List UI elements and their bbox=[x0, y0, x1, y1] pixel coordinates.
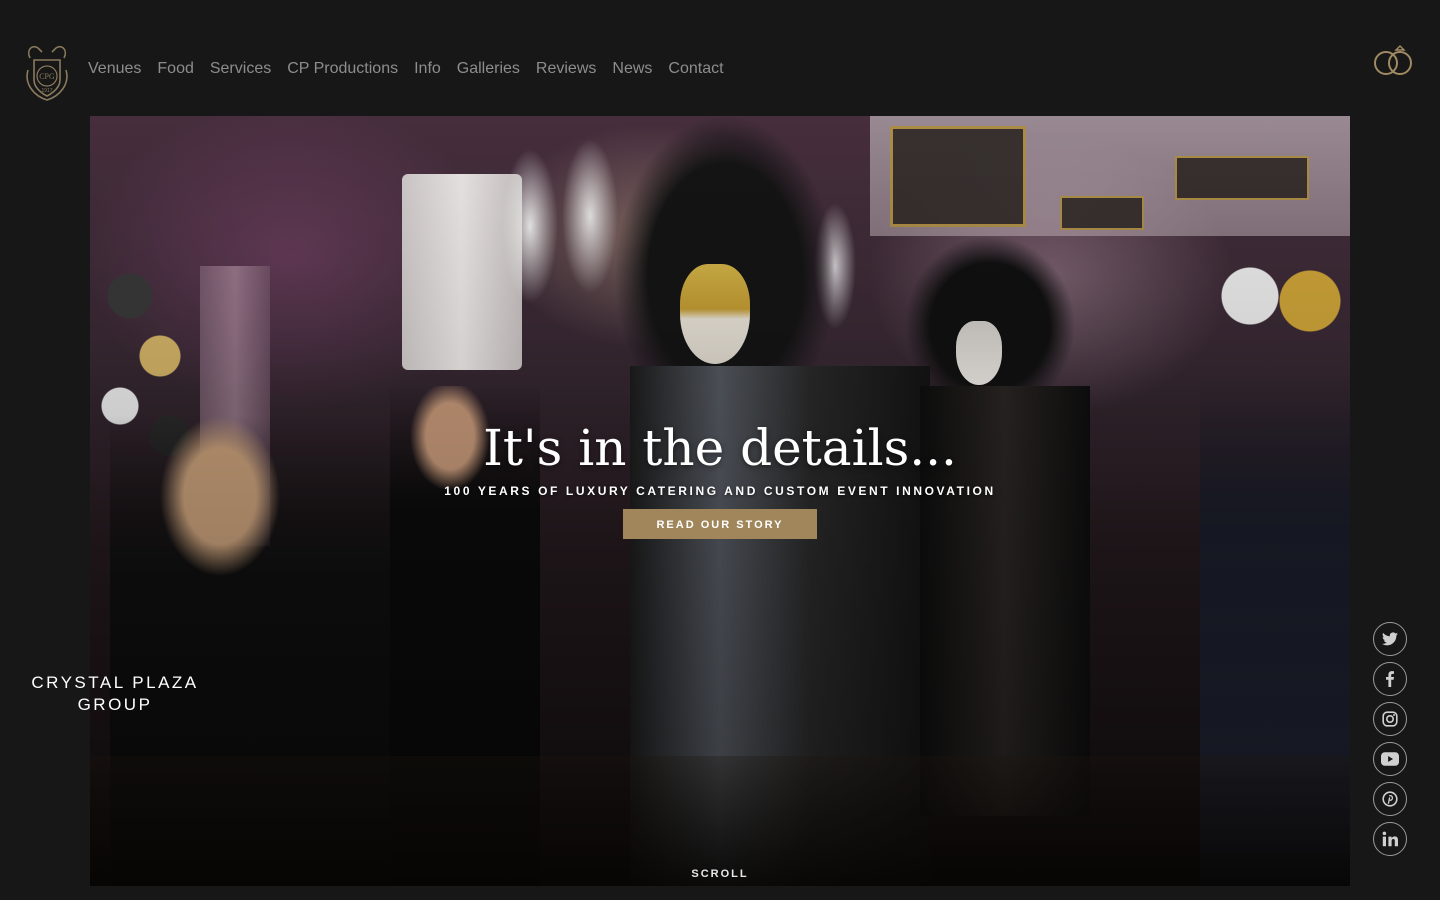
youtube-icon[interactable] bbox=[1373, 742, 1407, 776]
twitter-icon[interactable] bbox=[1373, 622, 1407, 656]
brand-wordmark[interactable]: CRYSTAL PLAZA GROUP bbox=[14, 672, 216, 716]
nav-venues[interactable]: Venues bbox=[88, 58, 141, 80]
nav-food[interactable]: Food bbox=[157, 58, 193, 80]
brand-line-2: GROUP bbox=[77, 695, 153, 714]
scroll-indicator[interactable]: SCROLL bbox=[0, 868, 1440, 880]
pinterest-icon[interactable] bbox=[1373, 782, 1407, 816]
main-nav: Venues Food Services CP Productions Info… bbox=[88, 58, 740, 80]
nav-galleries[interactable]: Galleries bbox=[457, 58, 520, 80]
nav-news[interactable]: News bbox=[612, 58, 652, 80]
facebook-icon[interactable] bbox=[1373, 662, 1407, 696]
logo-text: CPG bbox=[39, 72, 55, 81]
nav-info[interactable]: Info bbox=[414, 58, 441, 80]
nav-services[interactable]: Services bbox=[210, 58, 271, 80]
hero-title: It's in the details... bbox=[483, 419, 957, 477]
nav-reviews[interactable]: Reviews bbox=[536, 58, 596, 80]
linkedin-icon[interactable] bbox=[1373, 822, 1407, 856]
page: CPG 1917 Venues Food Services CP Product… bbox=[0, 0, 1440, 900]
hero-image: It's in the details... 100 YEARS OF LUXU… bbox=[90, 116, 1350, 886]
logo-year: 1917 bbox=[41, 88, 52, 94]
crest-logo-icon[interactable]: CPG 1917 bbox=[20, 40, 74, 104]
wedding-rings-icon[interactable] bbox=[1372, 44, 1416, 78]
nav-contact[interactable]: Contact bbox=[668, 58, 723, 80]
brand-line-1: CRYSTAL PLAZA bbox=[31, 673, 199, 692]
nav-cp-productions[interactable]: CP Productions bbox=[287, 58, 398, 80]
social-links bbox=[1373, 622, 1407, 856]
instagram-icon[interactable] bbox=[1373, 702, 1407, 736]
read-our-story-button[interactable]: READ OUR STORY bbox=[623, 509, 817, 539]
hero-subtitle: 100 YEARS OF LUXURY CATERING AND CUSTOM … bbox=[444, 484, 996, 498]
hero-overlay bbox=[90, 116, 1350, 886]
